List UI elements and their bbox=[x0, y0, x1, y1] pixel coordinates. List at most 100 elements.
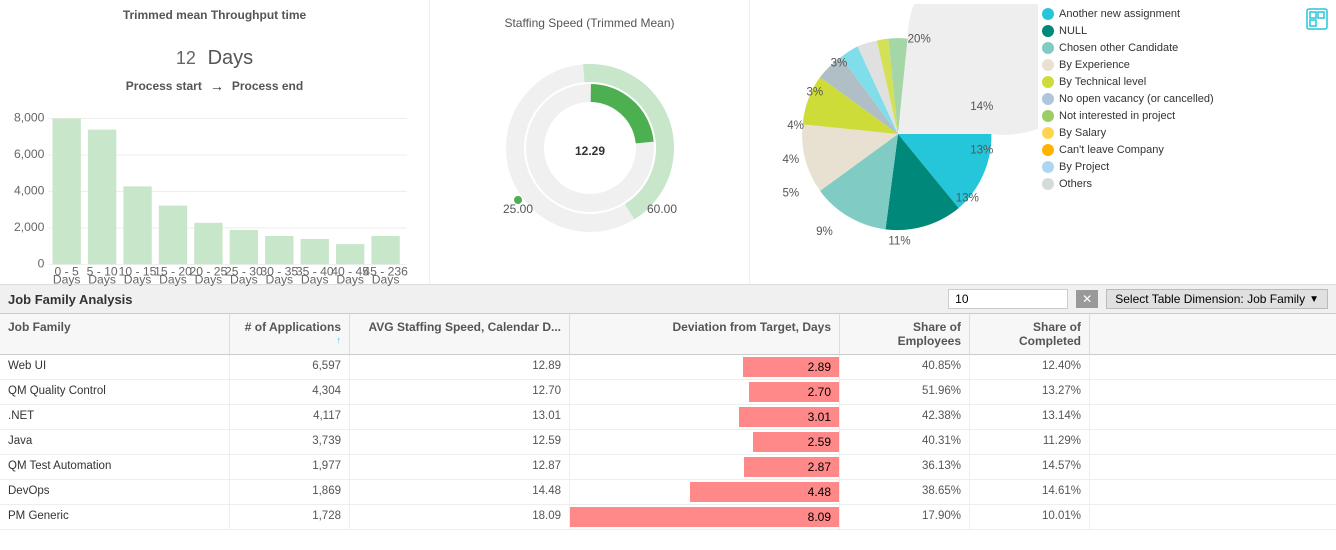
svg-text:0: 0 bbox=[38, 256, 45, 270]
gauge-svg: 12.29 25.00 60.00 bbox=[490, 48, 690, 248]
cell-avg-1: 12.70 bbox=[350, 380, 570, 404]
legend-item-by-technical[interactable]: By Technical level bbox=[1042, 76, 1328, 88]
legend-label-cant-leave: Can't leave Company bbox=[1059, 144, 1164, 156]
legend-dot-null bbox=[1042, 25, 1054, 37]
cell-share-emp-5: 38.65% bbox=[840, 480, 970, 504]
svg-text:13%: 13% bbox=[956, 192, 979, 204]
table-row[interactable]: Java 3,739 12.59 2.59 40.31% 11.29% bbox=[0, 430, 1336, 455]
pie-chart-area: 14% 13% 13% 11% 9% 5% 4% 4% 3% 3% 20% bbox=[758, 4, 1038, 280]
legend-item-by-salary[interactable]: By Salary bbox=[1042, 127, 1328, 139]
svg-text:Days: Days bbox=[336, 273, 364, 287]
svg-text:Days: Days bbox=[265, 273, 293, 287]
table-dimension-label: Select Table Dimension: Job Family bbox=[1115, 292, 1305, 306]
process-flow: Process start → Process end bbox=[12, 78, 417, 94]
table-filter-input[interactable] bbox=[948, 289, 1068, 309]
svg-text:Days: Days bbox=[159, 273, 187, 287]
cell-share-comp-4: 14.57% bbox=[970, 455, 1090, 479]
table-row[interactable]: Web UI 6,597 12.89 2.89 40.85% 12.40% bbox=[0, 355, 1336, 380]
svg-text:Days: Days bbox=[230, 273, 258, 287]
legend-item-chosen-candidate[interactable]: Chosen other Candidate bbox=[1042, 42, 1328, 54]
table-column-headers: Job Family # of Applications ↑ AVG Staff… bbox=[0, 314, 1336, 355]
cell-job-5: DevOps bbox=[0, 480, 230, 504]
legend-dot-another-assignment bbox=[1042, 8, 1054, 20]
cell-share-comp-2: 13.14% bbox=[970, 405, 1090, 429]
cell-apps-5: 1,869 bbox=[230, 480, 350, 504]
pie-panel: 14% 13% 13% 11% 9% 5% 4% 4% 3% 3% 20% An… bbox=[750, 0, 1336, 284]
legend-dot-by-technical bbox=[1042, 76, 1054, 88]
cell-dev-5: 4.48 bbox=[570, 480, 840, 504]
table-row[interactable]: DevOps 1,869 14.48 4.48 38.65% 14.61% bbox=[0, 480, 1336, 505]
process-end-label: Process end bbox=[232, 79, 303, 93]
table-row[interactable]: QM Test Automation 1,977 12.87 2.87 36.1… bbox=[0, 455, 1336, 480]
col-header-avg[interactable]: AVG Staffing Speed, Calendar D... bbox=[350, 314, 570, 354]
col-header-dev[interactable]: Deviation from Target, Days bbox=[570, 314, 840, 354]
cell-dev-4: 2.87 bbox=[570, 455, 840, 479]
legend-item-not-interested[interactable]: Not interested in project bbox=[1042, 110, 1328, 122]
legend-label-another-assignment: Another new assignment bbox=[1059, 8, 1180, 20]
col-header-share-emp[interactable]: Share of Employees bbox=[840, 314, 970, 354]
cell-share-emp-2: 42.38% bbox=[840, 405, 970, 429]
svg-text:25.00: 25.00 bbox=[502, 202, 532, 216]
throughput-value: 12 Days bbox=[176, 26, 253, 73]
legend-item-cant-leave[interactable]: Can't leave Company bbox=[1042, 144, 1328, 156]
legend-item-another-assignment[interactable]: Another new assignment bbox=[1042, 8, 1328, 20]
legend-dot-others bbox=[1042, 178, 1054, 190]
legend-dot-cant-leave bbox=[1042, 144, 1054, 156]
cell-dev-6: 8.09 bbox=[570, 505, 840, 529]
cell-job-1: QM Quality Control bbox=[0, 380, 230, 404]
cell-job-3: Java bbox=[0, 430, 230, 454]
cell-apps-4: 1,977 bbox=[230, 455, 350, 479]
col-header-job[interactable]: Job Family bbox=[0, 314, 230, 354]
svg-text:12.29: 12.29 bbox=[574, 144, 604, 158]
cell-dev-0: 2.89 bbox=[570, 355, 840, 379]
legend-item-null[interactable]: NULL bbox=[1042, 25, 1328, 37]
table-title: Job Family Analysis bbox=[8, 292, 940, 307]
col-header-apps[interactable]: # of Applications ↑ bbox=[230, 314, 350, 354]
legend-item-no-vacancy[interactable]: No open vacancy (or cancelled) bbox=[1042, 93, 1328, 105]
legend-item-by-experience[interactable]: By Experience bbox=[1042, 59, 1328, 71]
cell-share-comp-0: 12.40% bbox=[970, 355, 1090, 379]
svg-text:2,000: 2,000 bbox=[14, 220, 45, 234]
chevron-down-icon: ▼ bbox=[1309, 294, 1319, 305]
gauge-title: Staffing Speed (Trimmed Mean) bbox=[504, 16, 674, 30]
cell-avg-0: 12.89 bbox=[350, 355, 570, 379]
svg-text:Days: Days bbox=[53, 273, 81, 287]
table-body: Web UI 6,597 12.89 2.89 40.85% 12.40% QM… bbox=[0, 355, 1336, 550]
svg-text:9%: 9% bbox=[816, 226, 833, 238]
bar-chart-svg: 8,000 6,000 4,000 2,000 0 bbox=[12, 102, 417, 292]
legend-label-not-interested: Not interested in project bbox=[1059, 110, 1175, 122]
table-dimension-button[interactable]: Select Table Dimension: Job Family ▼ bbox=[1106, 289, 1328, 309]
svg-text:11%: 11% bbox=[888, 236, 910, 248]
pie-legend: Another new assignment NULL Chosen other… bbox=[1038, 4, 1328, 280]
table-row[interactable]: QM Quality Control 4,304 12.70 2.70 51.9… bbox=[0, 380, 1336, 405]
cell-share-emp-4: 36.13% bbox=[840, 455, 970, 479]
svg-text:4%: 4% bbox=[787, 120, 804, 132]
gauge-panel: Staffing Speed (Trimmed Mean) 12.29 25.0… bbox=[430, 0, 750, 284]
process-arrow: → bbox=[210, 78, 224, 94]
svg-text:20%: 20% bbox=[908, 34, 931, 46]
svg-text:4,000: 4,000 bbox=[14, 183, 45, 197]
cell-share-comp-3: 11.29% bbox=[970, 430, 1090, 454]
cell-apps-0: 6,597 bbox=[230, 355, 350, 379]
legend-item-by-project[interactable]: By Project bbox=[1042, 161, 1328, 173]
table-clear-button[interactable]: ✕ bbox=[1076, 290, 1098, 308]
throughput-panel: Trimmed mean Throughput time 12 Days Pro… bbox=[0, 0, 430, 284]
cell-apps-6: 1,728 bbox=[230, 505, 350, 529]
legend-label-chosen-candidate: Chosen other Candidate bbox=[1059, 42, 1178, 54]
svg-text:14%: 14% bbox=[970, 101, 993, 113]
legend-label-by-experience: By Experience bbox=[1059, 59, 1130, 71]
col-header-share-comp[interactable]: Share of Completed bbox=[970, 314, 1090, 354]
table-row[interactable]: .NET 4,117 13.01 3.01 42.38% 13.14% bbox=[0, 405, 1336, 430]
expand-button[interactable] bbox=[1306, 8, 1328, 33]
cell-dev-3: 2.59 bbox=[570, 430, 840, 454]
svg-text:6,000: 6,000 bbox=[14, 147, 45, 161]
bar-chart: 8,000 6,000 4,000 2,000 0 bbox=[12, 102, 417, 292]
job-family-table-section: Job Family Analysis ✕ Select Table Dimen… bbox=[0, 285, 1336, 550]
legend-dot-by-salary bbox=[1042, 127, 1054, 139]
cell-apps-3: 3,739 bbox=[230, 430, 350, 454]
cell-avg-5: 14.48 bbox=[350, 480, 570, 504]
legend-item-others[interactable]: Others bbox=[1042, 178, 1328, 190]
legend-dot-chosen-candidate bbox=[1042, 42, 1054, 54]
legend-label-others: Others bbox=[1059, 178, 1092, 190]
table-row[interactable]: PM Generic 1,728 18.09 8.09 17.90% 10.01… bbox=[0, 505, 1336, 530]
